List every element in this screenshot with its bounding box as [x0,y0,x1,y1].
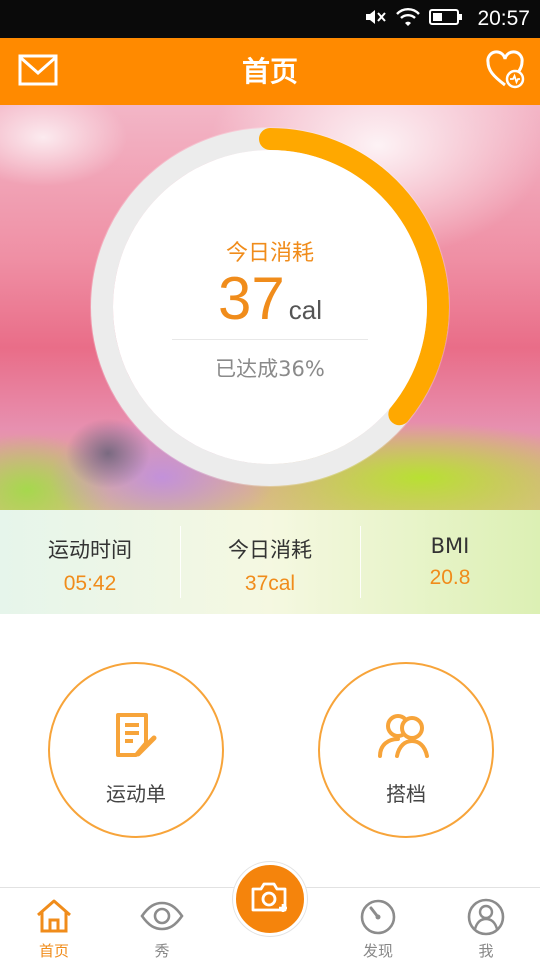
status-bar: 20:57 [0,0,540,38]
status-icons: 20:57 [363,0,530,38]
summary-label: 今日消耗 [225,241,314,266]
tab-show[interactable]: 秀 [108,888,216,960]
camera-button[interactable] [233,862,307,936]
actions-area: 运动单 搭档 [0,614,540,887]
heart-rate-icon [485,50,527,94]
app-header: 首页 [0,38,540,105]
stat-calories: 今日消耗 37cal [180,510,360,614]
wifi-icon [395,6,421,32]
summary-value-row: 37 cal [90,269,450,329]
compass-icon [324,898,432,936]
page-title: 首页 [241,55,298,88]
stat-label: BMI [430,534,470,558]
partner-button[interactable]: 搭档 [318,662,494,838]
mute-icon [363,6,387,32]
hero-banner: 今日消耗 37 cal 已达成36% [0,105,540,510]
ring-divider [172,339,368,340]
stat-value: 37cal [244,572,296,595]
stat-value: 05:42 [63,572,117,595]
partners-icon [320,712,492,760]
summary-unit: cal [288,295,322,325]
tab-me[interactable]: 我 [432,888,540,960]
workout-list-label: 运动单 [106,782,166,806]
home-icon [0,898,108,936]
camera-add-icon [250,880,290,918]
summary-value: 37 [218,265,285,332]
eye-icon [108,898,216,936]
heart-rate-button[interactable] [484,50,528,94]
checklist-icon [50,712,222,760]
summary-progress-text: 已达成36% [215,357,325,381]
profile-icon [432,898,540,936]
stat-exercise-time: 运动时间 05:42 [0,510,180,614]
ring-center: 今日消耗 37 cal 已达成36% [90,127,450,487]
partner-label: 搭档 [386,782,426,806]
stats-strip: 运动时间 05:42 今日消耗 37cal BMI 20.8 [0,510,540,614]
stat-label: 运动时间 [48,538,132,562]
stat-bmi: BMI 20.8 [360,510,540,614]
calorie-ring: 今日消耗 37 cal 已达成36% [90,127,450,487]
workout-list-button[interactable]: 运动单 [48,662,224,838]
tab-label: 我 [478,942,494,960]
stat-label: 今日消耗 [228,538,312,562]
status-time: 20:57 [477,7,530,30]
battery-icon [429,8,463,30]
tab-label: 发现 [362,942,393,960]
tab-discover[interactable]: 发现 [324,888,432,960]
tab-label: 秀 [154,942,170,960]
tab-home[interactable]: 首页 [0,888,108,960]
stat-value: 20.8 [429,566,471,589]
tab-label: 首页 [38,942,69,960]
